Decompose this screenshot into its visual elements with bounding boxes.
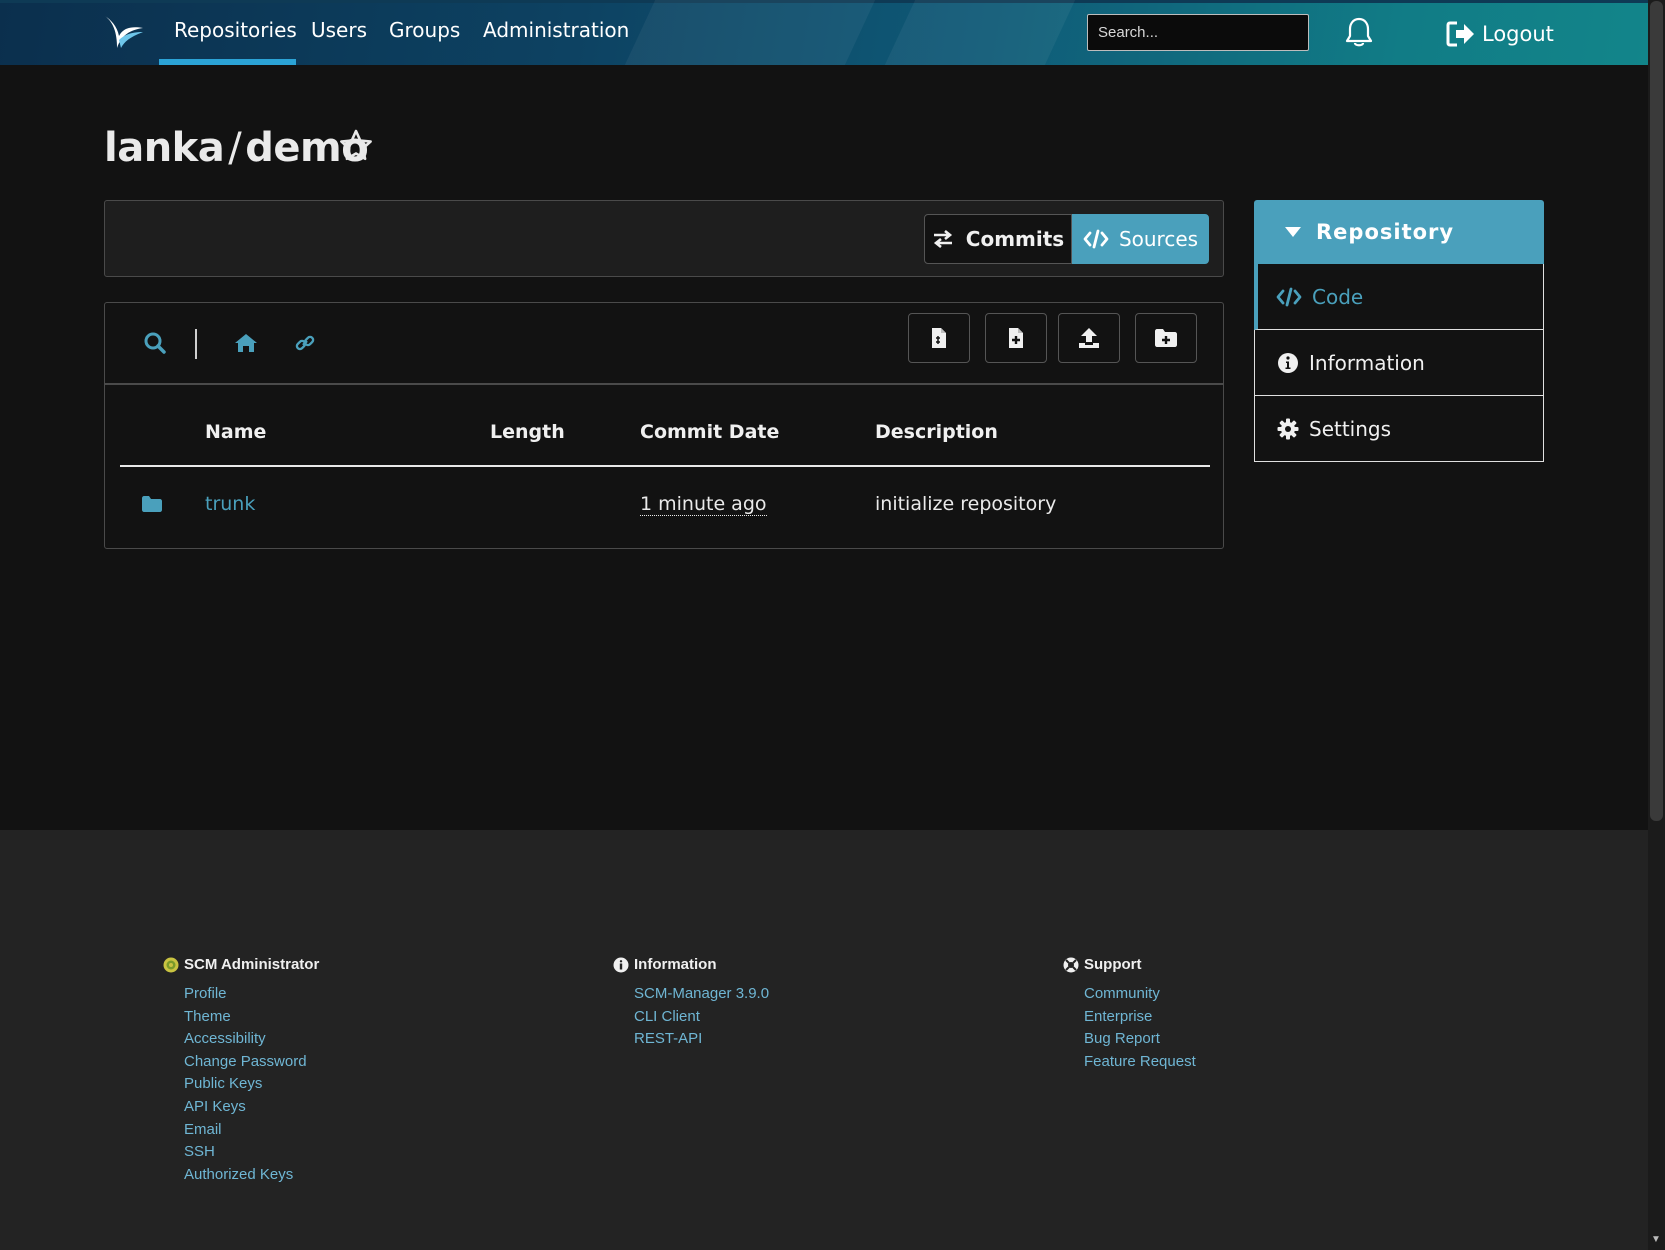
footer-column-support: Support Community Enterprise Bug Report … xyxy=(1063,956,1196,1073)
sources-label: Sources xyxy=(1118,227,1199,251)
logout-button[interactable]: Logout xyxy=(1446,19,1554,49)
nav-active-indicator xyxy=(159,59,296,65)
bell-icon[interactable] xyxy=(1344,16,1374,48)
support-icon xyxy=(1063,957,1079,972)
footer-title: Support xyxy=(1063,956,1196,973)
footer-link-enterprise[interactable]: Enterprise xyxy=(1084,1006,1196,1029)
code-icon xyxy=(1083,229,1109,249)
footer-title-label: Support xyxy=(1084,956,1142,973)
footer-link-accessibility[interactable]: Accessibility xyxy=(184,1028,319,1051)
footer-link-ssh[interactable]: SSH xyxy=(184,1141,319,1164)
navbar-decoration xyxy=(884,0,1076,65)
view-switch: Commits Sources xyxy=(924,214,1209,264)
sidebar-header-label: Repository xyxy=(1316,220,1455,244)
link-icon[interactable] xyxy=(295,333,315,353)
upload-icon xyxy=(1079,328,1099,348)
nav-administration[interactable]: Administration xyxy=(483,18,629,42)
commits-icon xyxy=(933,230,952,248)
folder-add-icon xyxy=(1155,329,1177,347)
home-icon[interactable] xyxy=(233,331,259,355)
add-file-button[interactable] xyxy=(985,313,1047,363)
search-icon[interactable] xyxy=(143,331,167,355)
col-header-length[interactable]: Length xyxy=(490,421,565,443)
footer-link-bug-report[interactable]: Bug Report xyxy=(1084,1028,1196,1051)
footer-link-public-keys[interactable]: Public Keys xyxy=(184,1073,319,1096)
sidebar-item-code[interactable]: Code xyxy=(1254,264,1544,330)
repository-sidebar: Repository Code Information Settings xyxy=(1254,200,1544,462)
file-add-icon xyxy=(1009,328,1023,348)
page-scrollbar[interactable]: ▼ xyxy=(1648,0,1665,1250)
sidebar-item-label: Information xyxy=(1309,350,1425,375)
footer-link-version[interactable]: SCM-Manager 3.9.0 xyxy=(634,983,769,1006)
footer-link-feature-request[interactable]: Feature Request xyxy=(1084,1051,1196,1074)
footer-column-information: Information SCM-Manager 3.9.0 CLI Client… xyxy=(613,956,769,1051)
footer-title: SCM Administrator xyxy=(163,956,319,973)
nav-groups[interactable]: Groups xyxy=(389,18,460,42)
nav-users[interactable]: Users xyxy=(311,18,367,42)
file-name-link[interactable]: trunk xyxy=(205,493,255,515)
caret-down-icon xyxy=(1285,227,1301,237)
commit-date[interactable]: 1 minute ago xyxy=(640,493,767,516)
footer-column-user: SCM Administrator Profile Theme Accessib… xyxy=(163,956,319,1186)
folder-icon xyxy=(142,496,162,512)
footer-title-label: SCM Administrator xyxy=(184,956,320,973)
sources-toolbar xyxy=(105,303,1223,385)
page-title: lanka / demo xyxy=(104,125,369,171)
commits-button[interactable]: Commits xyxy=(924,214,1072,264)
nav-repositories[interactable]: Repositories xyxy=(174,18,297,42)
code-icon xyxy=(1276,287,1302,306)
footer-link-api-keys[interactable]: API Keys xyxy=(184,1096,319,1119)
footer-title-label: Information xyxy=(634,956,717,973)
add-folder-button[interactable] xyxy=(1135,313,1197,363)
footer-link-cli-client[interactable]: CLI Client xyxy=(634,1006,769,1029)
search-input[interactable]: Search... xyxy=(1087,14,1309,51)
footer-link-authorized-keys[interactable]: Authorized Keys xyxy=(184,1164,319,1187)
upload-button[interactable] xyxy=(1058,313,1120,363)
sources-button[interactable]: Sources xyxy=(1072,214,1209,264)
footer-link-profile[interactable]: Profile xyxy=(184,983,319,1006)
file-icon xyxy=(932,328,946,348)
sidebar-item-settings[interactable]: Settings xyxy=(1254,396,1544,462)
top-navbar: Repositories Users Groups Administration… xyxy=(0,0,1648,65)
scrollbar-thumb[interactable] xyxy=(1650,1,1663,821)
sidebar-header[interactable]: Repository xyxy=(1254,200,1544,264)
star-icon[interactable] xyxy=(338,128,374,164)
footer-link-rest-api[interactable]: REST-API xyxy=(634,1028,769,1051)
sources-panel: Name Length Commit Date Description trun… xyxy=(104,302,1224,549)
table-header-divider xyxy=(120,465,1210,467)
col-header-name[interactable]: Name xyxy=(205,421,266,443)
footer-link-theme[interactable]: Theme xyxy=(184,1006,319,1029)
info-icon xyxy=(1278,352,1298,373)
sidebar-item-label: Code xyxy=(1312,284,1364,309)
col-header-commit-date[interactable]: Commit Date xyxy=(640,421,779,443)
footer-link-community[interactable]: Community xyxy=(1084,983,1196,1006)
sidebar-item-information[interactable]: Information xyxy=(1254,330,1544,396)
toolbar-separator xyxy=(195,329,197,359)
navbar-decoration xyxy=(624,0,876,65)
commit-description: initialize repository xyxy=(875,493,1057,515)
scroll-down-arrow[interactable]: ▼ xyxy=(1651,1234,1661,1245)
gear-icon xyxy=(1277,418,1299,439)
user-icon xyxy=(163,957,179,972)
repo-namespace[interactable]: lanka xyxy=(104,125,225,171)
footer-link-change-password[interactable]: Change Password xyxy=(184,1051,319,1074)
info-icon xyxy=(613,957,629,972)
logout-label: Logout xyxy=(1482,22,1554,46)
logo-icon[interactable] xyxy=(103,14,145,50)
repo-separator: / xyxy=(228,125,242,171)
footer-title: Information xyxy=(613,956,769,973)
logout-icon xyxy=(1446,21,1474,47)
footer-link-email[interactable]: Email xyxy=(184,1119,319,1142)
view-file-button[interactable] xyxy=(908,313,970,363)
commits-label: Commits xyxy=(965,227,1065,251)
col-header-description[interactable]: Description xyxy=(875,421,998,443)
sidebar-item-label: Settings xyxy=(1309,416,1392,441)
